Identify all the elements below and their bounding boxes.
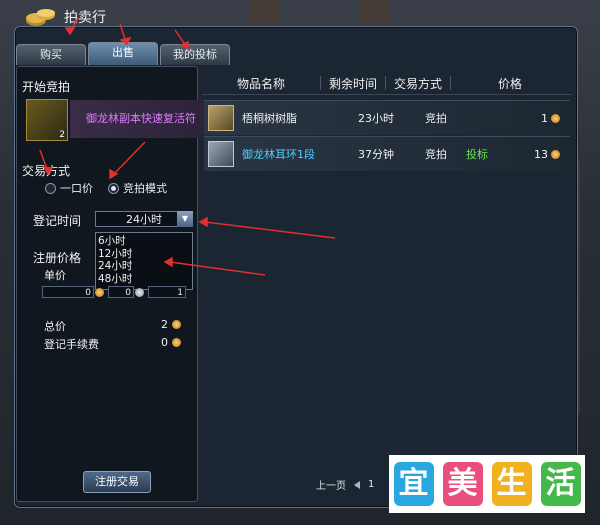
radio-fixed-price[interactable]: 一口价 bbox=[45, 180, 93, 196]
table-row[interactable]: 御龙林耳环1段 37分钟 竞拍 投标 13 bbox=[204, 136, 570, 171]
unit-price-silver-value: 0 bbox=[125, 288, 131, 298]
watermark-char: 宜 bbox=[393, 462, 434, 506]
radio-dot bbox=[45, 182, 56, 194]
item-count: 2 bbox=[59, 130, 65, 140]
col-header-mode[interactable]: 交易方式 bbox=[386, 75, 450, 92]
auction-coins-icon bbox=[26, 9, 55, 26]
unit-price-label: 单价 bbox=[44, 269, 66, 282]
watermark-char: 生 bbox=[491, 462, 532, 506]
coin-icon bbox=[172, 338, 181, 347]
title-bar: 拍卖行 bbox=[24, 6, 106, 28]
listing-panel: 物品名称 剩余时间 交易方式 价格 梧桐树树脂 23小时 竞拍 1 御龙林耳环1… bbox=[202, 72, 572, 500]
duration-label: 登记时间 bbox=[33, 214, 82, 228]
coin-icon bbox=[551, 149, 560, 159]
pager: 上一页 1 bbox=[316, 477, 374, 492]
watermark-logo: 宜 美 生 活 bbox=[389, 455, 585, 513]
watermark-char: 美 bbox=[442, 462, 483, 506]
col-header-price[interactable]: 价格 bbox=[451, 75, 569, 92]
unit-price-gold-value: 0 bbox=[85, 288, 91, 298]
unit-price-silver-input[interactable]: 0 bbox=[108, 286, 134, 298]
row-mode: 竞拍 bbox=[425, 148, 447, 161]
duration-select[interactable]: 24小时 ▼ bbox=[95, 211, 193, 227]
radio-fixed-label: 一口价 bbox=[60, 182, 93, 195]
tab-sell[interactable]: 出售 bbox=[88, 42, 158, 65]
row-name: 御龙林耳环1段 bbox=[242, 148, 315, 161]
row-time: 23小时 bbox=[358, 112, 394, 125]
page-number: 1 bbox=[368, 479, 375, 490]
total-label: 总价 bbox=[44, 320, 66, 333]
radio-dot-selected bbox=[108, 182, 119, 194]
row-mode: 竞拍 bbox=[425, 112, 447, 125]
duration-option[interactable]: 12小时 bbox=[98, 248, 192, 261]
item-slot[interactable]: 2 bbox=[26, 99, 68, 141]
item-icon bbox=[208, 141, 234, 167]
duration-value: 24小时 bbox=[126, 213, 162, 226]
duration-option[interactable]: 6小时 bbox=[98, 235, 192, 248]
arrow-left-icon[interactable] bbox=[354, 480, 360, 489]
row-name: 梧桐树树脂 bbox=[242, 112, 297, 125]
fee-label: 登记手续费 bbox=[44, 338, 99, 351]
gold-coin-icon bbox=[95, 288, 104, 297]
duration-option[interactable]: 24小时 bbox=[98, 260, 192, 273]
col-header-time[interactable]: 剩余时间 bbox=[321, 75, 385, 92]
coin-icon bbox=[551, 113, 560, 123]
tab-my-bids[interactable]: 我的投标 bbox=[160, 44, 230, 65]
unit-price-copper-input[interactable]: 1 bbox=[148, 286, 186, 298]
row-price: 13 bbox=[534, 147, 548, 161]
item-icon bbox=[208, 105, 234, 131]
silver-coin-icon bbox=[135, 288, 144, 297]
col-header-name[interactable]: 物品名称 bbox=[202, 75, 320, 92]
table-header: 物品名称 剩余时间 交易方式 价格 bbox=[202, 72, 572, 95]
row-tag: 投标 bbox=[466, 148, 488, 161]
table-row[interactable]: 梧桐树树脂 23小时 竞拍 1 bbox=[204, 100, 570, 135]
coin-icon bbox=[172, 320, 181, 329]
unit-price-gold-input[interactable]: 0 bbox=[42, 286, 94, 298]
fee-value: 0 bbox=[161, 336, 168, 349]
duration-dropdown: 6小时 12小时 24小时 48小时 bbox=[95, 232, 193, 290]
duration-option[interactable]: 48小时 bbox=[98, 273, 192, 286]
trade-mode-label: 交易方式 bbox=[22, 164, 71, 178]
register-trade-button[interactable]: 注册交易 bbox=[83, 471, 151, 493]
tab-buy[interactable]: 购买 bbox=[16, 44, 86, 65]
prev-page-link[interactable]: 上一页 bbox=[316, 477, 346, 492]
row-time: 37分钟 bbox=[358, 148, 394, 161]
section-title: 开始竞拍 bbox=[22, 80, 71, 94]
window-title: 拍卖行 bbox=[64, 10, 106, 26]
total-value: 2 bbox=[161, 318, 168, 331]
radio-auction-mode[interactable]: 竞拍模式 bbox=[108, 180, 167, 196]
chevron-down-icon[interactable]: ▼ bbox=[177, 211, 193, 227]
row-price: 1 bbox=[541, 111, 548, 125]
radio-auction-label: 竞拍模式 bbox=[123, 182, 167, 195]
watermark-char: 活 bbox=[540, 462, 581, 506]
unit-price-copper-value: 1 bbox=[177, 288, 183, 298]
tab-bar: 购买 出售 我的投标 bbox=[16, 42, 230, 65]
price-label: 注册价格 bbox=[33, 251, 82, 265]
